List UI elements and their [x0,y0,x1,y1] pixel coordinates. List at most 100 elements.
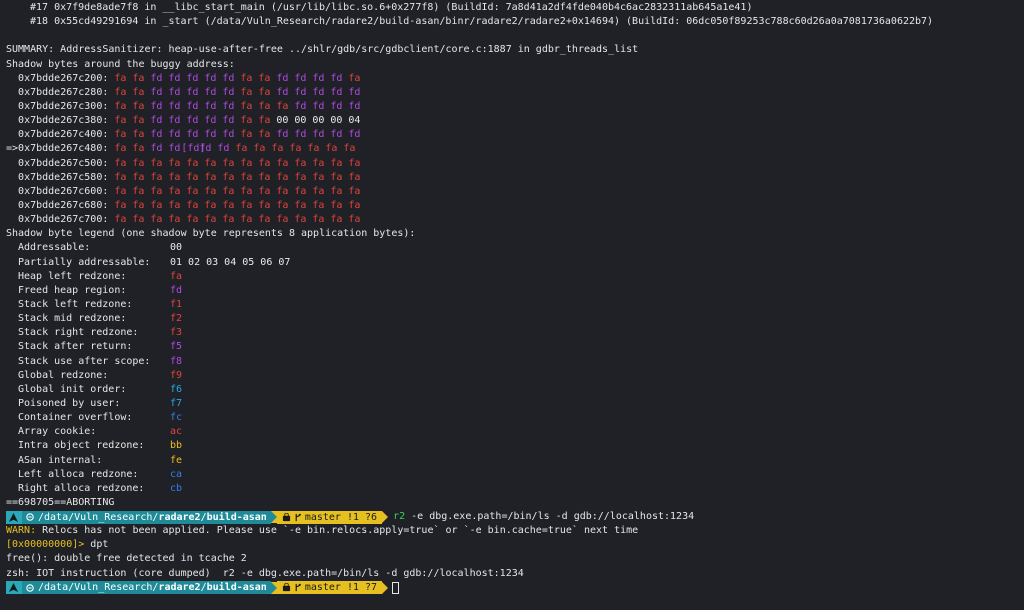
shadow-byte: fa [186,199,199,211]
shadow-row: =>0x7bdde267c480: fa fa fd fd[fd]fd fd fa fa fa… [6,142,1018,156]
legend-label: Stack use after scope: [18,355,151,367]
shadow-row-marker [6,101,18,112]
legend-row: ASan internal: fe [6,454,1018,468]
shadow-byte: fa [294,214,307,226]
shadow-row: 0x7bdde267c200: fa fa fd fd fd fd fd fa fa fd fd fd… [6,72,1018,86]
shadow-byte: fa [348,72,361,84]
shadow-byte: fd [312,86,325,98]
legend-value: fa [170,270,183,282]
shadow-byte: fa [132,115,145,127]
terminal-window[interactable]: #17 0x7f9de8ade7f8 in __libc_start_main … [0,0,1024,610]
git-status: master !1 ?6 [276,510,383,524]
shell-prompt: /data/Vuln_Research/radare2/build-asan m… [6,510,1018,524]
legend-row: Global redzone: f9 [6,369,1018,383]
git-branch-label: master !1 ?7 [304,582,378,594]
shadow-byte: fa [132,185,145,197]
shadow-byte: fa [114,199,127,211]
shadow-byte: fa [114,115,127,127]
path-segment: build-asan [206,511,267,523]
shadow-row-address: 0x7bdde267c400: [18,129,109,141]
shadow-byte: fa [258,157,271,169]
shadow-byte: fa [168,199,181,211]
shadow-byte: fa [240,185,253,197]
shadow-byte: fa [348,157,361,169]
legend-value: f5 [170,341,183,353]
legend-label: Stack mid redzone: [18,313,127,325]
shadow-row-address: 0x7bdde267c580: [18,171,109,183]
shadow-row-marker [6,158,18,169]
shadow-byte: fa [240,100,253,112]
legend-row: Stack left redzone: f1 [6,298,1018,312]
legend-row: Poisoned by user: f7 [6,397,1018,411]
shadow-byte: fa [222,199,235,211]
shell-command: r2 -e dbg.exe.path=/bin/ls -d gdb://loca… [388,510,694,524]
shadow-byte: fa [186,171,199,183]
summary-line: SUMMARY: AddressSanitizer: heap-use-afte… [6,44,639,56]
shadow-byte: fa [312,171,325,183]
shadow-byte: fd [168,86,181,98]
shadow-byte: fa [114,185,127,197]
shell-prompt-current[interactable]: /data/Vuln_Research/radare2/build-asan m… [6,581,1018,595]
shadow-byte: 00 [312,115,325,127]
legend-label: Intra object redzone: [18,440,145,452]
shadow-byte: fa [204,185,217,197]
prompt-path: /data/Vuln_Research/radare2/build-asan [22,510,271,524]
shadow-byte: fa [258,72,271,84]
shadow-byte: fa [132,100,145,112]
shadow-byte: 00 [330,115,343,127]
shadow-byte: fd [330,86,343,98]
shadow-byte: fa [312,185,325,197]
shadow-byte: fa [132,214,145,226]
arch-linux-icon [6,581,22,595]
legend-row: Container overflow: fc [6,411,1018,425]
shadow-row-marker [6,115,18,126]
shadow-byte: fd [217,143,230,155]
shadow-byte: fa [240,72,253,84]
warn-message: Relocs has not been applied. Please use … [36,525,639,537]
shadow-byte: fa [348,171,361,183]
shadow-row-marker [6,200,18,211]
shadow-byte: fa [330,157,343,169]
shadow-row: 0x7bdde267c600: fa fa fa fa fa fa fa fa fa fa fa fa… [6,185,1018,199]
shadow-byte: fd [294,86,307,98]
shadow-byte: fa [132,72,145,84]
legend-value: f6 [170,383,183,395]
path-segment: radare2 [158,511,201,523]
legend-value: fc [170,412,183,424]
r2-command: dpt [84,539,109,551]
shadow-byte: fa [132,171,145,183]
shadow-byte: fa [114,143,127,155]
shadow-byte: fd [168,129,181,141]
shadow-byte: fa [114,72,127,84]
shadow-byte: fa [240,214,253,226]
shadow-byte: fd [330,129,343,141]
shadow-byte: fa [240,86,253,98]
legend-row: Addressable: 00 [6,241,1018,255]
shadow-byte: fd [294,129,307,141]
shadow-byte: fa [240,129,253,141]
shadow-byte: fa [330,185,343,197]
shadow-byte: fa [330,171,343,183]
legend-value: fd [170,284,183,296]
shadow-byte: fa [132,86,145,98]
shadow-byte: fd [199,143,212,155]
shadow-byte: fa [276,185,289,197]
legend-label: Stack right redzone: [18,327,139,339]
legend-label: Freed heap region: [18,284,127,296]
shadow-byte: fa [114,86,127,98]
shadow-byte: fa [330,199,343,211]
legend-label: Right alloca redzone: [18,482,145,494]
shadow-row-address: 0x7bdde267c600: [18,185,109,197]
legend-row: Stack right redzone: f3 [6,326,1018,340]
shadow-byte: fd [348,86,361,98]
terminal-cursor[interactable] [392,581,400,594]
shadow-byte: fa [150,214,163,226]
shadow-byte: fa [186,214,199,226]
shadow-byte: fa [114,214,127,226]
legend-label: Stack after return: [18,341,133,353]
shadow-byte: fa [294,171,307,183]
shadow-byte: fd [204,129,217,141]
shadow-byte: fa [258,100,271,112]
shadow-byte: fa [222,157,235,169]
